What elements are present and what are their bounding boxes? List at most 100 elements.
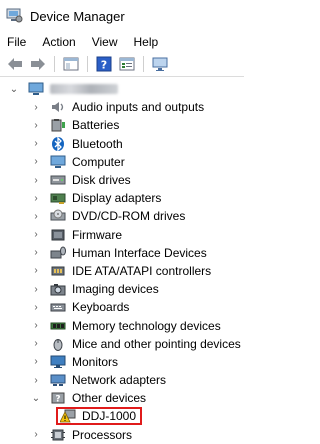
chevron-right-icon[interactable]: › <box>30 283 42 295</box>
monitor-icon <box>50 355 66 369</box>
tree-item-bluetooth[interactable]: › Bluetooth <box>0 135 244 153</box>
speaker-icon <box>50 100 66 114</box>
battery-icon <box>50 118 66 132</box>
window-title: Device Manager <box>30 8 125 24</box>
menu-file[interactable]: File <box>7 35 26 49</box>
display-adapter-icon <box>50 191 66 205</box>
properties-button[interactable] <box>117 55 137 73</box>
processor-icon <box>50 428 66 442</box>
chevron-right-icon[interactable]: › <box>30 138 42 150</box>
svg-text:?: ? <box>101 59 107 72</box>
chevron-right-icon[interactable]: › <box>30 429 42 441</box>
tree-item-disk-drives[interactable]: › Disk drives <box>0 171 244 189</box>
tree-item-label: Computer <box>72 154 125 169</box>
keyboard-icon <box>50 300 66 314</box>
toolbar-separator <box>143 56 144 72</box>
title-bar: Device Manager <box>0 0 244 32</box>
tree-item-processors[interactable]: › Processors <box>0 426 244 444</box>
chevron-right-icon[interactable]: › <box>30 301 42 313</box>
forward-button[interactable] <box>28 55 48 73</box>
svg-text:?: ? <box>55 395 60 405</box>
tree-item-label: Disk drives <box>72 173 131 188</box>
other-devices-icon: ? <box>50 391 66 405</box>
tree-item-network[interactable]: › Network adapters <box>0 371 244 389</box>
highlight-box <box>56 407 142 426</box>
chevron-right-icon[interactable]: › <box>30 338 42 350</box>
chevron-right-icon[interactable]: › <box>30 320 42 332</box>
tree-item-label: Other devices <box>72 391 147 406</box>
tree-item-mice[interactable]: › Mice and other pointing devices <box>0 335 244 353</box>
network-adapter-icon <box>50 373 66 387</box>
forward-arrow-icon <box>31 58 45 70</box>
device-manager-app-icon <box>6 7 23 26</box>
firmware-icon <box>50 228 66 242</box>
chevron-down-icon[interactable]: ⌄ <box>30 392 42 404</box>
mouse-icon <box>50 337 66 351</box>
tree-item-label: Processors <box>72 427 133 442</box>
tree-item-memory[interactable]: › Memory technology devices <box>0 316 244 334</box>
tree-item-display-adapters[interactable]: › Display adapters <box>0 189 244 207</box>
tree-item-audio[interactable]: › Audio inputs and outputs <box>0 98 244 116</box>
tree-item-monitors[interactable]: › Monitors <box>0 353 244 371</box>
chevron-right-icon[interactable]: › <box>30 374 42 386</box>
chevron-right-icon[interactable]: › <box>30 229 42 241</box>
toolbar-separator <box>54 56 55 72</box>
tree-item-batteries[interactable]: › Batteries <box>0 116 244 134</box>
tree-item-ddj-1000[interactable]: DDJ-1000 <box>0 407 244 426</box>
tree-item-label: Batteries <box>72 118 120 133</box>
menu-bar: File Action View Help <box>0 32 244 52</box>
tree-item-dvd-drives[interactable]: › DVD/CD-ROM drives <box>0 207 244 225</box>
tree-item-label: Firmware <box>72 227 122 242</box>
properties-icon <box>119 57 135 71</box>
chevron-right-icon[interactable]: › <box>30 356 42 368</box>
ide-controller-icon <box>50 264 66 278</box>
tree-item-computer[interactable]: › Computer <box>0 153 244 171</box>
tree-item-label: Imaging devices <box>72 282 159 297</box>
help-button[interactable]: ? <box>94 55 114 73</box>
chevron-right-icon[interactable]: › <box>30 101 42 113</box>
camera-icon <box>50 282 66 296</box>
tree-item-label: Keyboards <box>72 300 130 315</box>
tree-item-label: Human Interface Devices <box>72 245 207 260</box>
toolbar: ? <box>0 52 244 77</box>
computer-icon <box>50 155 66 169</box>
tree-item-keyboards[interactable]: › Keyboards <box>0 298 244 316</box>
dvd-drive-icon <box>50 209 66 223</box>
chevron-right-icon[interactable]: › <box>30 119 42 131</box>
menu-view[interactable]: View <box>92 35 118 49</box>
menu-help[interactable]: Help <box>134 35 159 49</box>
tree-item-firmware[interactable]: › Firmware <box>0 226 244 244</box>
tree-item-label: Audio inputs and outputs <box>72 100 205 115</box>
memory-icon <box>50 319 66 333</box>
tree-item-label: Display adapters <box>72 191 162 206</box>
disk-drive-icon <box>50 173 66 187</box>
chevron-right-icon[interactable]: › <box>30 174 42 186</box>
help-icon: ? <box>96 56 112 72</box>
computer-icon <box>28 82 44 96</box>
tree-item-label: Memory technology devices <box>72 318 221 333</box>
monitor-scan-icon <box>152 57 168 71</box>
tree-item-hid[interactable]: › Human Interface Devices <box>0 244 244 262</box>
tree-item-imaging[interactable]: › Imaging devices <box>0 280 244 298</box>
chevron-down-icon[interactable]: ⌄ <box>8 83 20 95</box>
tree-item-label: DVD/CD-ROM drives <box>72 209 186 224</box>
computer-name-redacted <box>50 84 118 95</box>
tree-item-ide-controllers[interactable]: › IDE ATA/ATAPI controllers <box>0 262 244 280</box>
back-arrow-icon <box>8 58 22 70</box>
toolbar-separator <box>87 56 88 72</box>
tree-item-label: Bluetooth <box>72 136 123 151</box>
scan-hardware-button[interactable] <box>150 55 170 73</box>
chevron-right-icon[interactable]: › <box>30 247 42 259</box>
tree-item-label: Network adapters <box>72 373 167 388</box>
tree-item-other-devices[interactable]: ⌄ ? Other devices <box>0 389 244 407</box>
tree-item-label: Monitors <box>72 354 119 369</box>
chevron-right-icon[interactable]: › <box>30 210 42 222</box>
menu-action[interactable]: Action <box>42 35 75 49</box>
show-hide-console-tree-button[interactable] <box>61 55 81 73</box>
chevron-right-icon[interactable]: › <box>30 265 42 277</box>
back-button[interactable] <box>5 55 25 73</box>
tree-root-computer[interactable]: ⌄ <box>0 80 244 98</box>
chevron-right-icon[interactable]: › <box>30 192 42 204</box>
chevron-right-icon[interactable]: › <box>30 156 42 168</box>
tree-item-label: Mice and other pointing devices <box>72 336 241 351</box>
